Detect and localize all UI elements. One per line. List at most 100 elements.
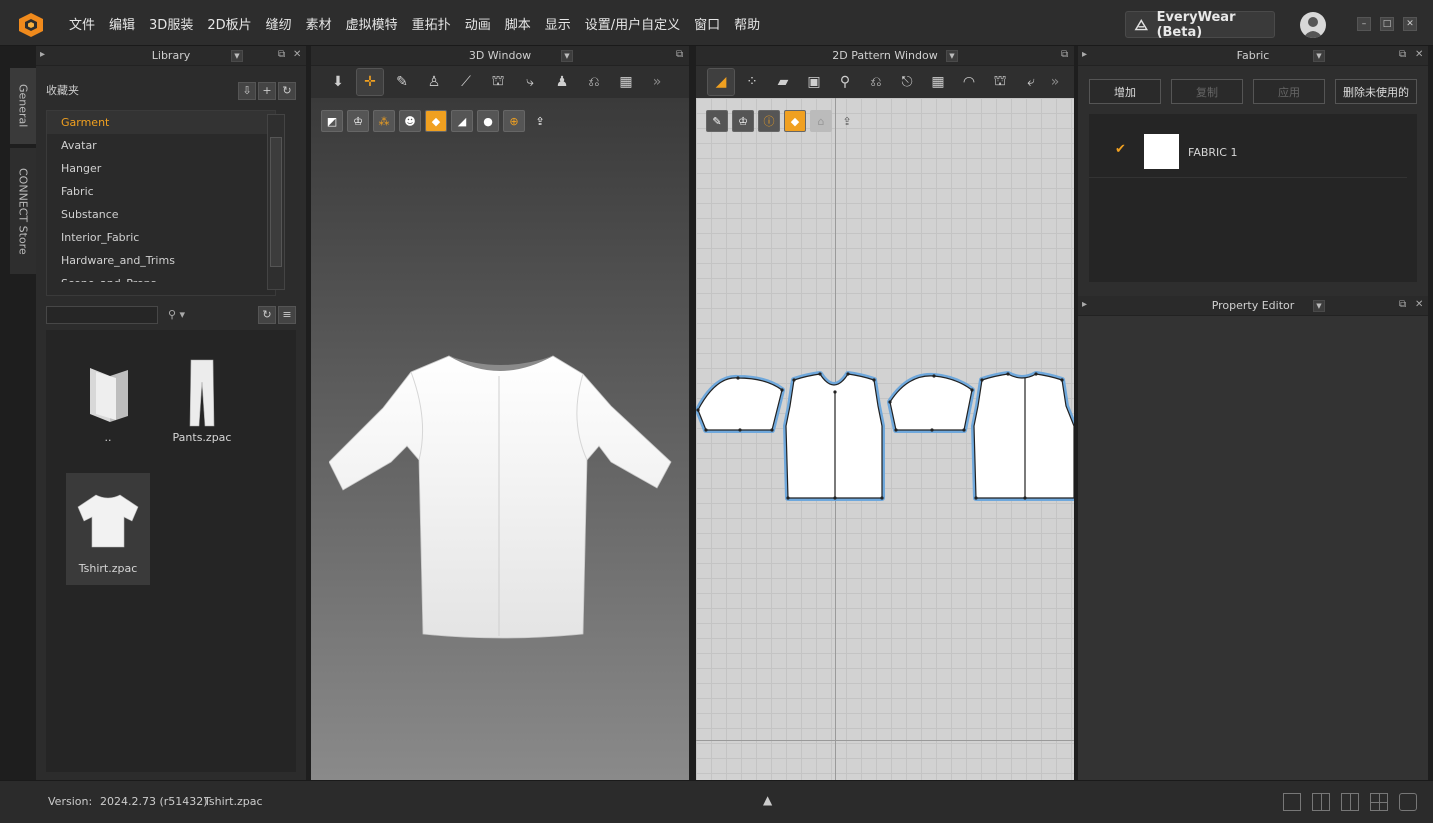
add-fabric-button[interactable]: 增加 (1089, 79, 1161, 104)
popout-icon[interactable]: ⧉ (1399, 49, 1406, 60)
menu-window[interactable]: 窗口 (694, 14, 720, 33)
pattern-pieces[interactable] (696, 368, 1074, 508)
download-icon[interactable]: ⇩ (238, 82, 256, 100)
window-3d-dropdown-icon[interactable]: ▼ (561, 50, 573, 62)
fabric-item[interactable]: ✔ FABRIC 1 (1089, 134, 1407, 178)
layout-quad-icon[interactable] (1370, 793, 1388, 811)
grid-icon[interactable]: ▦ (613, 69, 639, 95)
menu-script[interactable]: 脚本 (505, 14, 531, 33)
tab-connect-store[interactable]: CONNECT Store (10, 148, 36, 274)
popout-icon[interactable]: ⧉ (1061, 49, 1068, 60)
edit-icon[interactable]: ✎ (389, 69, 415, 95)
tab-general[interactable]: General (10, 68, 36, 144)
layout-single-icon[interactable] (1283, 793, 1301, 811)
tshirt-3d-model[interactable] (329, 350, 674, 640)
garment-icon[interactable]: ♔ (347, 110, 369, 132)
needle-icon[interactable]: ⤶ (1018, 69, 1044, 95)
menu-settings[interactable]: 设置/用户自定义 (585, 14, 680, 33)
pin-icon[interactable]: ▸ (40, 49, 45, 60)
internal-icon[interactable]: ⚲ (832, 69, 858, 95)
more-icon[interactable]: » (1049, 69, 1061, 95)
export-icon[interactable]: ⇪ (529, 110, 551, 132)
move-icon[interactable]: ✛ (356, 68, 384, 96)
avatar-head-icon[interactable]: ● (477, 110, 499, 132)
edit-points-icon[interactable]: ⁘ (739, 69, 765, 95)
rectangle-icon[interactable]: ▣ (801, 69, 827, 95)
delete-unused-button[interactable]: 删除未使用的 (1335, 79, 1417, 104)
menu-3d-garment[interactable]: 3D服装 (149, 14, 193, 33)
popout-icon[interactable]: ⧉ (676, 49, 683, 60)
texture-icon[interactable]: ◩ (321, 110, 343, 132)
menu-edit[interactable]: 编辑 (109, 14, 135, 33)
apply-fabric-button[interactable]: 应用 (1253, 79, 1325, 104)
menu-retopology[interactable]: 重拓扑 (412, 14, 451, 33)
select-mesh-icon[interactable]: ⬇ (325, 69, 351, 95)
folder-item-avatar[interactable]: Avatar (47, 134, 275, 157)
expand-up-icon[interactable]: ▲ (763, 793, 772, 807)
export-icon[interactable]: ⇪ (836, 110, 858, 132)
favorites-scrollbar[interactable] (267, 114, 285, 290)
folder-item-interior-fabric[interactable]: Interior_Fabric (47, 226, 275, 249)
pin-icon[interactable]: ▸ (1082, 299, 1087, 310)
menu-file[interactable]: 文件 (69, 14, 95, 33)
property-dropdown-icon[interactable]: ▼ (1313, 300, 1325, 312)
panel-close-icon[interactable]: ✕ (1415, 49, 1423, 60)
menu-sewing[interactable]: 缝纫 (266, 14, 292, 33)
arrange-icon[interactable]: ⤷ (517, 69, 543, 95)
viewport-3d[interactable]: ◩ ♔ ⁂ ☻ ◆ ◢ ● ⊕ ⇪ (311, 98, 689, 780)
globe-icon[interactable]: ⊕ (503, 110, 525, 132)
file-item-pants[interactable]: Pants.zpac (160, 342, 244, 454)
info-eye-icon[interactable]: ⓘ (758, 110, 780, 132)
everywear-button[interactable]: EveryWear (Beta) (1125, 10, 1275, 40)
grid-icon[interactable]: ▦ (925, 69, 951, 95)
points-icon[interactable]: ⁂ (373, 110, 395, 132)
menu-display[interactable]: 显示 (545, 14, 571, 33)
fabric-icon[interactable]: ◆ (425, 110, 447, 132)
add-favorite-icon[interactable]: + (258, 82, 276, 100)
layout-reset-icon[interactable] (1399, 793, 1417, 811)
shirt-eye-icon[interactable]: ♔ (732, 110, 754, 132)
pin-icon[interactable]: ⎌ (581, 69, 607, 95)
refresh-icon[interactable]: ↻ (278, 82, 296, 100)
file-item-tshirt[interactable]: Tshirt.zpac (66, 473, 150, 585)
copy-fabric-button[interactable]: 复制 (1171, 79, 1243, 104)
transform-pattern-icon[interactable]: ◢ (707, 68, 735, 96)
minimize-button[interactable]: – (1357, 17, 1371, 31)
avatar-icon[interactable]: ♟ (549, 69, 575, 95)
file-item-parent[interactable]: .. (66, 342, 150, 454)
layout-split-icon[interactable] (1312, 793, 1330, 811)
pattern-canvas[interactable]: ✎ ♔ ⓘ ◆ ⌂ ⇪ (696, 98, 1074, 780)
refresh-list-icon[interactable]: ↻ (258, 306, 276, 324)
fabric-dropdown-icon[interactable]: ▼ (1313, 50, 1325, 62)
user-avatar-icon[interactable] (1300, 12, 1326, 38)
layout-three-icon[interactable] (1341, 793, 1359, 811)
close-button[interactable]: ✕ (1403, 17, 1417, 31)
maximize-button[interactable]: □ (1380, 17, 1394, 31)
fold-icon[interactable]: ⛫ (485, 69, 511, 95)
list-view-icon[interactable]: ≡ (278, 306, 296, 324)
pin-icon[interactable]: ▸ (1082, 49, 1087, 60)
menu-help[interactable]: 帮助 (734, 14, 760, 33)
popout-icon[interactable]: ⧉ (1399, 299, 1406, 310)
window-2d-dropdown-icon[interactable]: ▼ (946, 50, 958, 62)
popout-icon[interactable]: ⧉ (278, 49, 285, 60)
sewing-icon[interactable]: ⎌ (863, 69, 889, 95)
building-icon[interactable]: ⌂ (810, 110, 832, 132)
more-icon[interactable]: » (651, 69, 663, 95)
search-icon[interactable]: ⚲ ▾ (168, 308, 185, 321)
surface-icon[interactable]: ◢ (451, 110, 473, 132)
avatar-show-icon[interactable]: ☻ (399, 110, 421, 132)
polygon-icon[interactable]: ▰ (770, 69, 796, 95)
folder-item-fabric[interactable]: Fabric (47, 180, 275, 203)
fold-icon[interactable]: ◠ (956, 69, 982, 95)
folder-item-substance[interactable]: Substance (47, 203, 275, 226)
topstitch-icon[interactable]: ⛫ (987, 69, 1013, 95)
panel-close-icon[interactable]: ✕ (1415, 299, 1423, 310)
fabric-texture-icon[interactable]: ◆ (784, 110, 806, 132)
menu-avatar[interactable]: 虚拟模特 (346, 14, 398, 33)
folder-item-garment[interactable]: Garment (47, 111, 275, 134)
folder-item-hardware[interactable]: Hardware_and_Trims (47, 249, 275, 272)
folder-item-scene[interactable]: Scene_and_Props (47, 272, 275, 282)
sewing-free-icon[interactable]: ⎋ (894, 69, 920, 95)
library-dropdown-icon[interactable]: ▼ (231, 50, 243, 62)
